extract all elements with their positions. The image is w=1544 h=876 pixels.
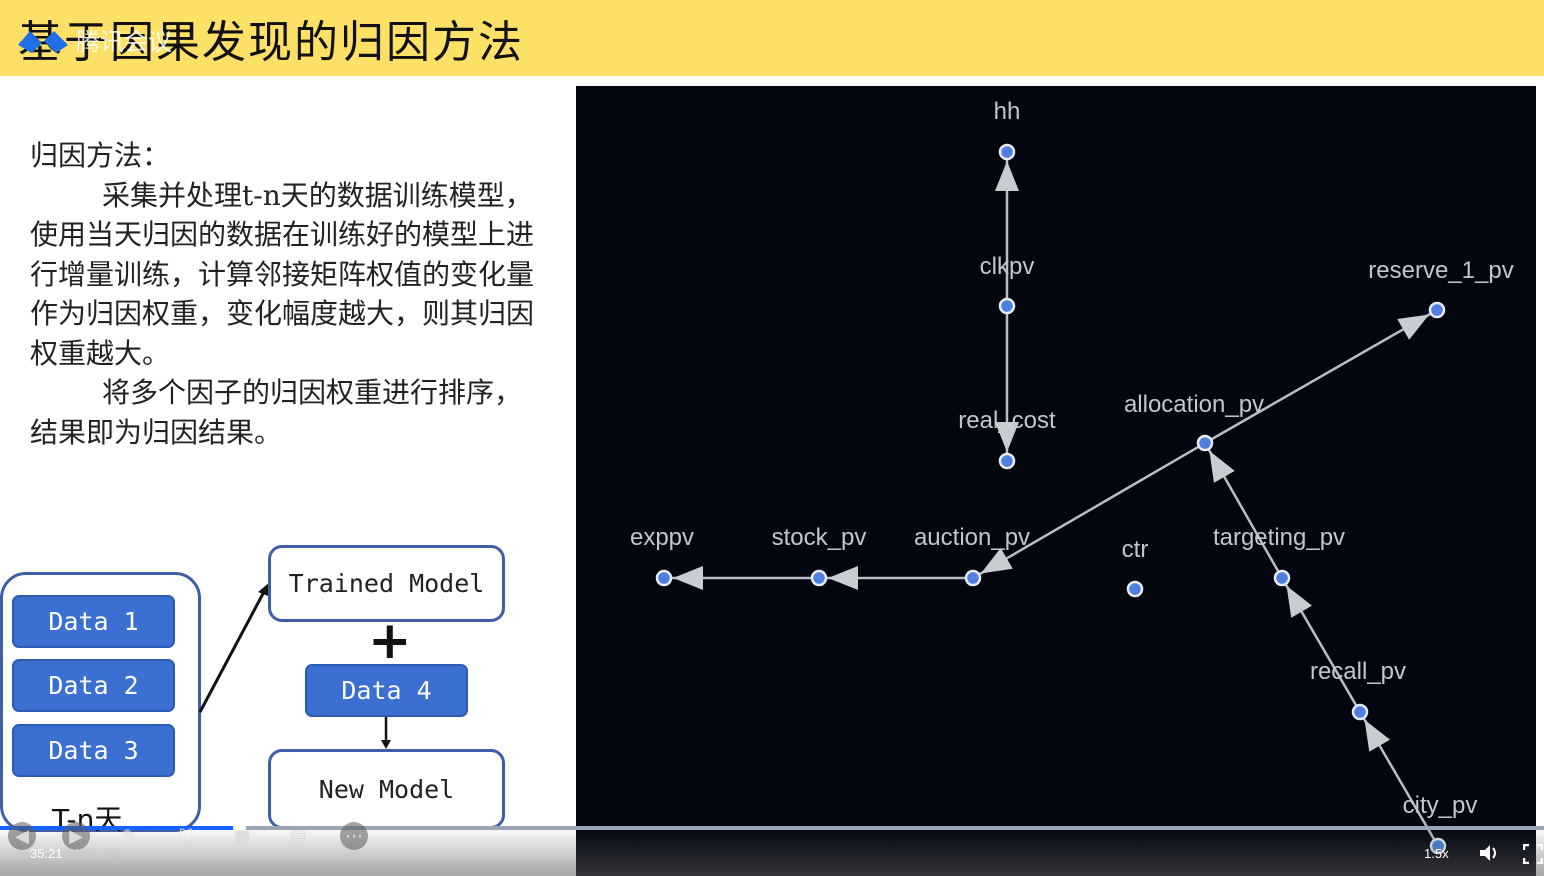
node-label-hh: hh [994, 98, 1021, 125]
arrowhead-auction_pv [980, 548, 1013, 574]
arrowhead-stock_pv [828, 566, 858, 590]
screenshot-icon[interactable]: ⛶ [172, 822, 200, 850]
more-icon[interactable]: ⋯ [340, 822, 368, 850]
current-time: 35:21 [30, 846, 63, 861]
plus-sign: + [368, 611, 412, 671]
node-real_cost[interactable] [998, 452, 1016, 470]
pen-icon[interactable]: ✎ [116, 822, 144, 850]
comment-icon[interactable]: ▤ [284, 822, 312, 850]
arrowhead-allocation_pv [1209, 450, 1235, 483]
arrowhead-recall_pv [1364, 719, 1390, 752]
node-ctr[interactable] [1126, 580, 1144, 598]
volume-icon[interactable] [1478, 842, 1500, 864]
node-clkpv[interactable] [998, 297, 1016, 315]
arrowhead-targeting_pv [1286, 585, 1312, 618]
total-time: 3:18:42 [73, 846, 117, 861]
node-label-allocation_pv: allocation_pv [1124, 391, 1264, 418]
arrowhead-hh [995, 161, 1019, 191]
node-label-real_cost: real_cost [958, 407, 1056, 434]
arrow-to-trained-model [198, 587, 268, 713]
node-label-stock_pv: stock_pv [772, 524, 867, 551]
node-label-ctr: ctr [1122, 536, 1149, 563]
new-model-box: New Model [268, 749, 505, 829]
node-label-reserve_1_pv: reserve_1_pv [1368, 257, 1513, 284]
node-hh[interactable] [998, 143, 1016, 161]
node-label-exppv: exppv [630, 524, 694, 551]
trained-model-label: Trained Model [288, 569, 485, 598]
time-display: 35:21 / 3:18:42 [30, 846, 117, 861]
node-targeting_pv[interactable] [1273, 569, 1291, 587]
new-model-label: New Model [318, 774, 455, 804]
data-4-block: Data 4 [305, 664, 468, 717]
node-label-city_pv: city_pv [1403, 792, 1478, 819]
node-label-recall_pv: recall_pv [1310, 658, 1406, 685]
causal-graph: hh clkpv real_cost reserve_1_pv allocation_p… [630, 98, 1514, 855]
playback-speed-button[interactable]: 1.5x [1424, 846, 1449, 861]
causal-graph-panel: hh clkpv real_cost reserve_1_pv allocation_p… [576, 86, 1536, 876]
node-reserve_1_pv[interactable] [1428, 301, 1446, 319]
arrowhead-reserve_1_pv [1397, 314, 1430, 340]
node-recall_pv[interactable] [1351, 703, 1369, 721]
node-stock_pv[interactable] [810, 569, 828, 587]
time-separator: / [66, 846, 70, 861]
node-exppv[interactable] [655, 569, 673, 587]
diagram-arrows [198, 582, 391, 749]
node-label-clkpv: clkpv [980, 253, 1035, 280]
edge-allocation_pv-to-reserve_1_pv [1211, 312, 1431, 441]
arrowhead-exppv [673, 566, 703, 590]
node-label-auction_pv: auction_pv [914, 524, 1030, 551]
node-label-targeting_pv: targeting_pv [1213, 524, 1345, 551]
fullscreen-icon[interactable] [1523, 844, 1543, 864]
arrow-head-new-model [381, 740, 391, 749]
camera-icon[interactable]: ■ [228, 822, 256, 850]
node-allocation_pv[interactable] [1196, 434, 1214, 452]
node-auction_pv[interactable] [964, 569, 982, 587]
